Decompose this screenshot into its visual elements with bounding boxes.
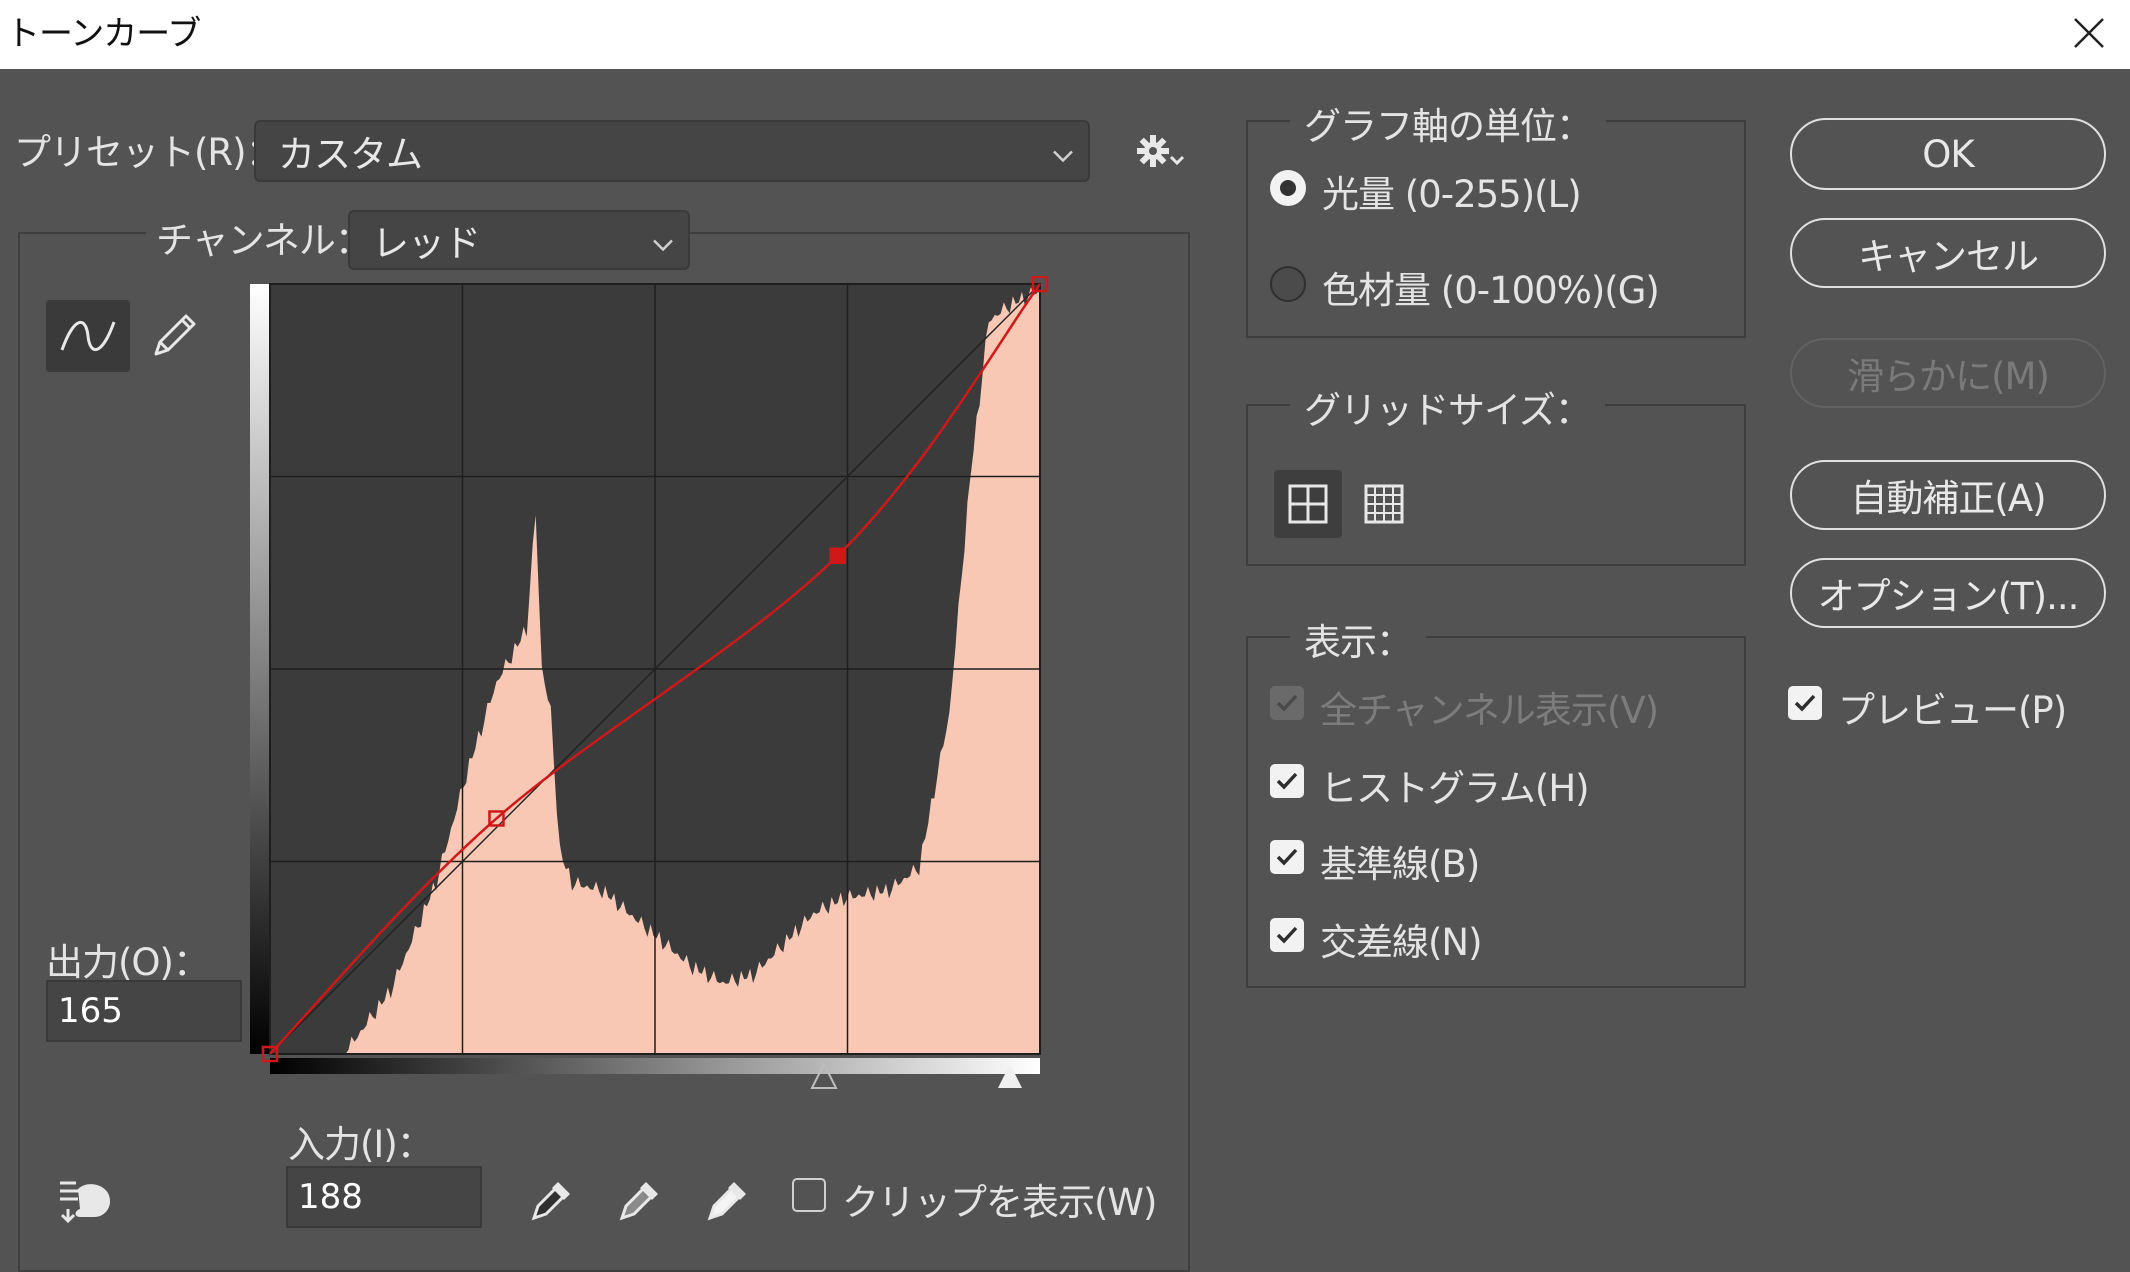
pencil-icon [154,314,196,356]
curve-icon [60,320,116,352]
output-field[interactable]: 165 [46,980,242,1042]
chevron-down-icon [652,219,674,262]
cancel-button[interactable]: キャンセル [1790,218,2106,288]
auto-button[interactable]: 自動補正(A) [1790,460,2106,530]
input-gradient-bar [270,1058,1040,1074]
channel-label: チャンネル： [146,210,381,264]
histogram-checkbox[interactable] [1270,764,1304,798]
preset-select[interactable]: カスタム [254,120,1090,182]
light-radio-label: 光量 (0-255)(L) [1322,173,1582,216]
intersection-checkbox[interactable] [1270,918,1304,952]
black-point-eyedropper-icon[interactable] [524,1172,580,1228]
targeted-adjustment-hand-icon[interactable] [54,1172,118,1228]
grid-size-legend: グリッドサイズ： [1290,380,1605,434]
options-button[interactable]: オプション(T)... [1790,558,2106,628]
window-title: トーンカーブ [6,14,201,54]
channel-select[interactable]: レッド [348,210,690,270]
clip-label: クリップを表示(W) [842,1181,1157,1224]
preview-label: プレビュー(P) [1838,689,2067,732]
all-channels-label: 全チャンネル表示(V) [1320,689,1659,732]
baseline-label: 基準線(B) [1320,843,1480,886]
all-channels-checkbox[interactable] [1270,686,1304,720]
detailed-grid-button[interactable] [1350,470,1418,538]
light-radio[interactable] [1270,170,1306,206]
intersection-label: 交差線(N) [1320,921,1483,964]
ok-button[interactable]: OK [1790,118,2106,190]
detailed-grid-icon [1364,484,1404,524]
axis-unit-legend: グラフ軸の単位： [1290,96,1606,150]
simple-grid-icon [1288,484,1328,524]
title-bar: トーンカーブ [0,0,2130,69]
curve-tool-button[interactable] [46,300,130,372]
close-icon[interactable] [2062,6,2116,60]
curve-graph[interactable] [246,276,1050,1106]
output-gradient-bar [250,284,270,1054]
output-label: 出力(O)： [46,941,210,984]
preview-checkbox[interactable] [1788,686,1822,720]
preset-label: プリセット(R)： [14,131,283,174]
input-label: 入力(I)： [288,1123,434,1166]
simple-grid-button[interactable] [1274,470,1342,538]
white-point-eyedropper-icon[interactable] [700,1172,756,1228]
pigment-radio-label: 色材量 (0-100%)(G) [1322,269,1660,312]
channel-value: レッド [372,222,481,265]
preset-value: カスタム [278,133,423,176]
pencil-tool-button[interactable] [142,304,206,368]
clip-checkbox[interactable] [792,1178,826,1212]
histogram-label: ヒストグラム(H) [1320,767,1590,810]
chevron-down-icon [1052,130,1074,173]
gray-point-eyedropper-icon[interactable] [612,1172,668,1228]
display-legend: 表示： [1290,612,1426,666]
curve-point[interactable] [829,547,846,565]
baseline-checkbox[interactable] [1270,840,1304,874]
input-field[interactable]: 188 [286,1166,482,1228]
preset-gear-icon[interactable] [1132,128,1186,174]
pigment-radio[interactable] [1270,266,1306,302]
smooth-button[interactable]: 滑らかに(M) [1790,338,2106,408]
